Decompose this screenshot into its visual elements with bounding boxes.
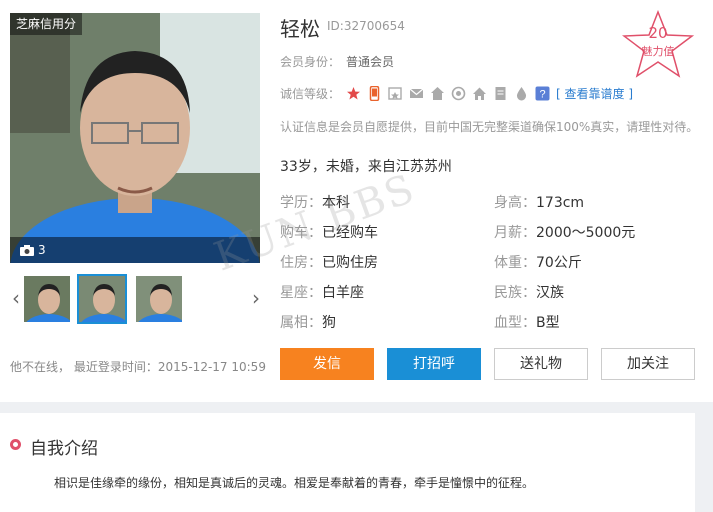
member-value: 普通会员	[346, 55, 395, 69]
detail-height: 身高：173cm	[494, 195, 585, 211]
photo-thumbnails: ‹ ›	[10, 272, 260, 328]
intro-title: 自我介绍	[30, 439, 98, 459]
main-photo[interactable]: 芝麻信用分 3	[10, 13, 260, 263]
detail-salary: 月薪：2000～5000元	[494, 225, 636, 241]
send-message-button[interactable]: 发信	[280, 348, 374, 380]
detail-education: 学历：本科	[280, 195, 350, 211]
home-icon[interactable]	[472, 86, 487, 101]
star-icon[interactable]	[346, 86, 361, 101]
photo-count-bar: 3	[10, 237, 260, 263]
camera-icon	[20, 245, 34, 256]
intro-bullet-icon	[10, 439, 21, 450]
thumb-next-icon[interactable]: ›	[250, 286, 262, 310]
mail-icon[interactable]	[409, 86, 424, 101]
charm-label: 魅力值	[641, 45, 675, 58]
thumb-prev-icon[interactable]: ‹	[10, 286, 22, 310]
thumbnail-2[interactable]	[77, 274, 127, 324]
greet-button[interactable]: 打招呼	[387, 348, 481, 380]
charm-value: 20	[648, 24, 668, 42]
member-status: 会员身份： 普通会员	[280, 53, 394, 70]
intro-text: 相识是佳缘牵的缘份，相知是真诚后的灵魂。相爱是奉献着的青春，牵手是憧憬中的征程。	[54, 476, 535, 490]
thumbnail-3[interactable]	[134, 274, 184, 324]
drop-icon[interactable]	[514, 86, 529, 101]
detail-zodiac: 属相：狗	[280, 315, 336, 331]
house-icon[interactable]	[430, 86, 445, 101]
send-gift-button[interactable]: 送礼物	[494, 348, 588, 380]
zhima-credit-badge: 芝麻信用分	[10, 13, 83, 35]
phone-icon[interactable]	[367, 85, 382, 101]
photo-verify-icon[interactable]	[388, 86, 403, 101]
check-reliability-link[interactable]: [ 查看靠谱度 ]	[556, 85, 633, 102]
integrity-badges: ?	[346, 85, 550, 101]
detail-ethnicity: 民族：汉族	[494, 285, 564, 301]
portrait-image	[10, 13, 260, 263]
online-status: 他不在线， 最近登录时间：2015-12-17 10:59	[10, 360, 266, 374]
photo-count: 3	[38, 243, 46, 257]
charm-badge: 20 魅力值	[621, 9, 695, 80]
profile-summary: 33岁，未婚，来自江苏苏州	[280, 159, 452, 175]
verification-notice: 认证信息是会员自愿提供，目前中国无完整渠道确保100%真实，请理性对待。	[280, 120, 699, 134]
detail-weight: 体重：70公斤	[494, 255, 582, 271]
identity-icon[interactable]	[451, 86, 466, 101]
member-label: 会员身份：	[280, 55, 341, 69]
help-icon[interactable]: ?	[535, 86, 550, 101]
follow-button[interactable]: 加关注	[601, 348, 695, 380]
user-id: ID:32700654	[327, 19, 405, 33]
integrity-label: 诚信等级：	[280, 86, 341, 101]
detail-blood-type: 血型：B型	[494, 315, 560, 331]
profile-page: 芝麻信用分 3 ‹ › 他不在线， 最近登录时间：2015-12-17 10:5…	[0, 0, 713, 512]
thumbnail-1[interactable]	[22, 274, 72, 324]
detail-housing: 住房：已购住房	[280, 255, 378, 271]
svg-text:?: ?	[539, 88, 545, 100]
self-intro-card	[0, 413, 695, 512]
detail-constellation: 星座：白羊座	[280, 285, 364, 301]
integrity-level: 诚信等级： ? [ 查看靠谱度 ]	[280, 84, 633, 102]
document-icon[interactable]	[493, 86, 508, 101]
nickname: 轻松	[280, 17, 320, 41]
detail-car: 购车：已经购车	[280, 225, 378, 241]
